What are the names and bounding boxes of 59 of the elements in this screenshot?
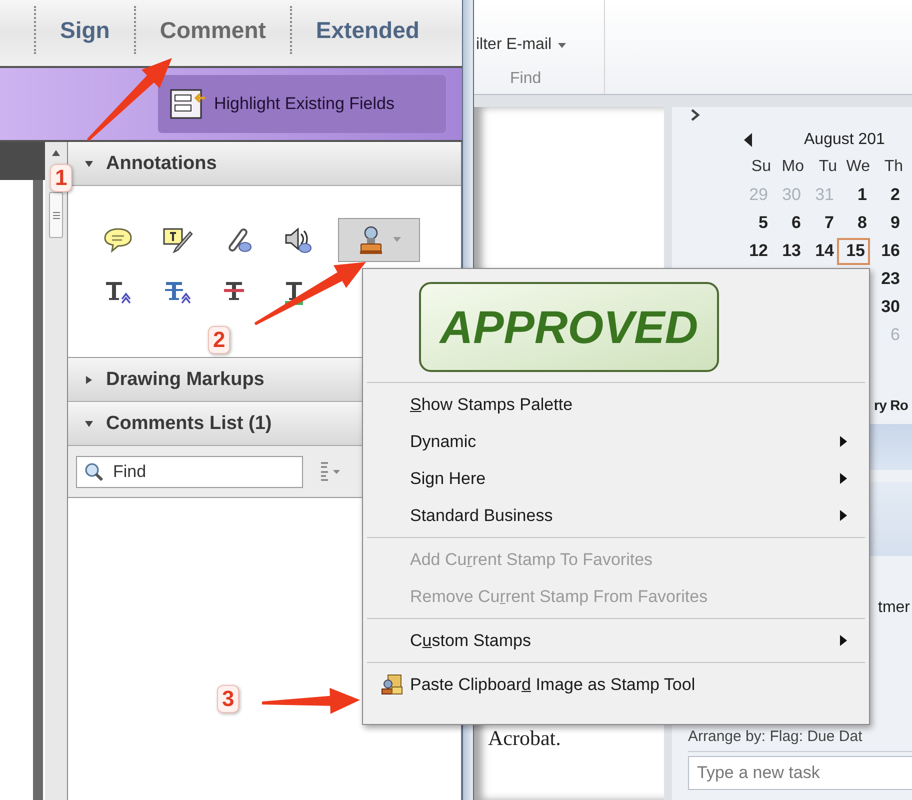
menu-item[interactable]: Custom Stamps	[367, 622, 865, 659]
weekday-label: We	[845, 157, 870, 177]
weekday-label: Th	[883, 157, 903, 177]
tab[interactable]: Comment	[134, 6, 290, 54]
calendar-day[interactable]: 30	[870, 294, 903, 320]
calendar-day[interactable]: 5	[738, 210, 771, 236]
tab[interactable]: Sign	[34, 6, 134, 54]
caret-icon	[393, 237, 401, 243]
callout-number: 1	[50, 164, 72, 192]
callout-number: 2	[208, 326, 230, 354]
speaker-icon[interactable]	[283, 225, 313, 255]
stamp-icon	[357, 225, 385, 255]
section-header[interactable]: Annotations	[68, 142, 461, 186]
calendar-day[interactable]: 7	[804, 210, 837, 236]
task-heading: ry Ro	[874, 396, 910, 415]
new-task-field[interactable]: Type a new task	[688, 756, 912, 790]
calendar-day[interactable]: 15	[837, 238, 870, 264]
month-title: August 201	[804, 130, 885, 150]
stamp-tool-button[interactable]	[338, 218, 420, 262]
calendar-day[interactable]: 23	[870, 266, 903, 292]
collapse-triangle-icon	[84, 419, 94, 429]
calendar-day[interactable]: 14	[804, 238, 837, 264]
clipboard-stamp-icon	[380, 672, 404, 696]
callout-number: 3	[217, 685, 240, 713]
chevron-right-icon[interactable]	[690, 109, 700, 121]
weekday-label: Su	[750, 157, 771, 177]
form-fields-icon	[170, 89, 206, 119]
weekday-label: Tu	[818, 157, 837, 177]
find-field[interactable]: Find	[76, 456, 303, 488]
scroll-up-icon[interactable]	[52, 150, 60, 156]
calendar-day[interactable]: 16	[870, 238, 903, 264]
calendar-day[interactable]: 6	[771, 210, 804, 236]
tab[interactable]: Extended	[290, 6, 444, 54]
speech-bubble-icon[interactable]	[103, 227, 133, 253]
weekday-label: Mo	[780, 157, 804, 177]
sort-icon[interactable]	[319, 460, 341, 482]
caret-icon	[558, 42, 566, 48]
calendar-day[interactable]: 2	[870, 182, 903, 208]
arrange-by-label: Arrange by: Flag: Due Dat	[688, 726, 912, 752]
calendar-day[interactable]: 1	[837, 182, 870, 208]
calendar-day[interactable]: 9	[870, 210, 903, 236]
ribbon-group-label: Find	[509, 69, 542, 89]
stamp-preview[interactable]: APPROVED	[419, 282, 719, 372]
collapse-triangle-icon	[84, 159, 94, 169]
highlight-fields-button[interactable]: Highlight Existing Fields	[158, 75, 446, 133]
previous-month-icon[interactable]	[744, 133, 752, 147]
calendar-day[interactable]: 8	[837, 210, 870, 236]
text-pencil-icon[interactable]	[162, 226, 194, 254]
filter-email-button[interactable]: ilter E-mail	[476, 33, 604, 57]
calendar-day[interactable]: 12	[738, 238, 771, 264]
menu-item[interactable]: Paste Clipboard Image as Stamp Tool	[367, 666, 865, 703]
calendar-day[interactable]: 13	[771, 238, 804, 264]
reading-pane-text: Acrobat.	[488, 724, 562, 752]
expand-triangle-icon	[84, 375, 94, 385]
menu-item[interactable]: Standard Business	[367, 497, 865, 534]
menu-item[interactable]: Sign Here	[367, 460, 865, 497]
task-text: tmer	[878, 598, 911, 618]
scrollbar-thumb[interactable]	[49, 192, 63, 238]
search-icon	[84, 462, 104, 482]
